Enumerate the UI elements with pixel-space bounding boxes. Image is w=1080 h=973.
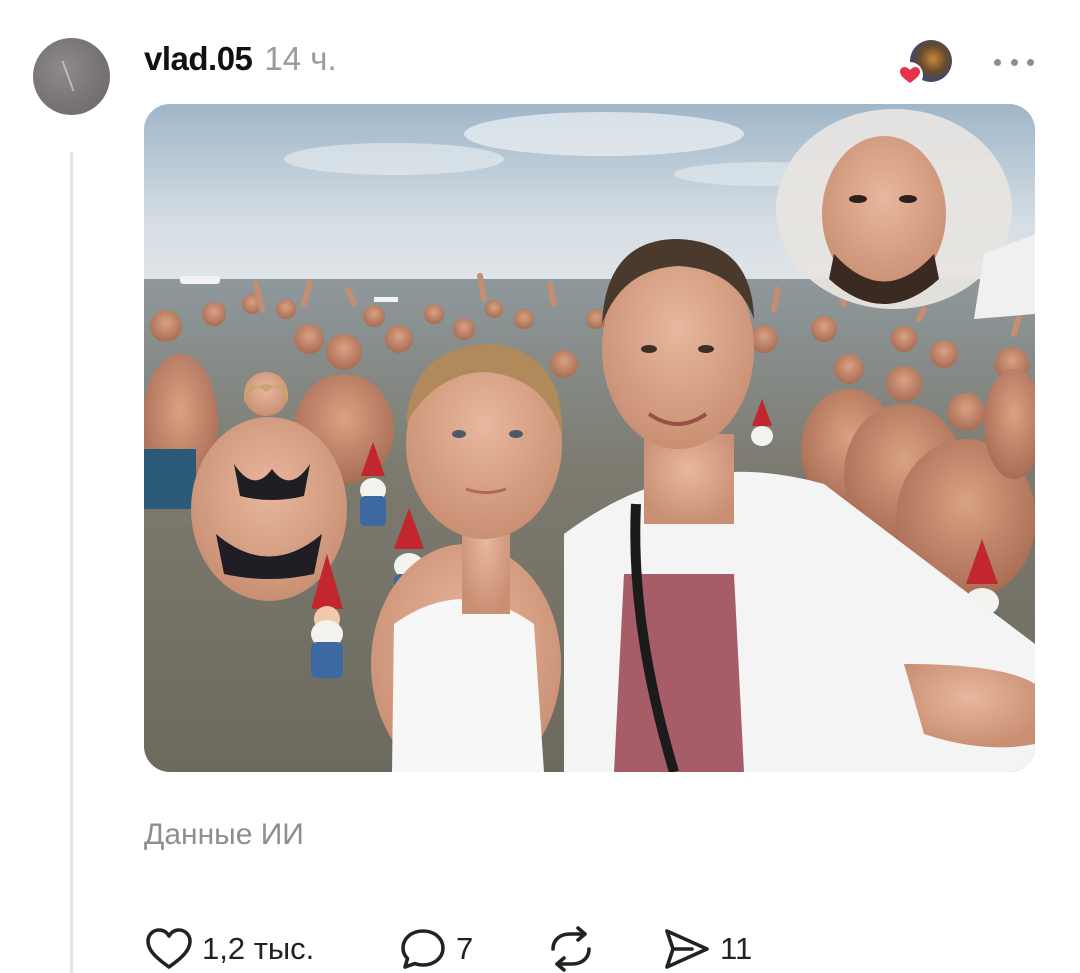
post-actions: 1,2 тыс. 7 11 [144,920,1044,973]
photo-illustration [144,104,1035,772]
avatar-decoration [61,60,75,92]
heart-outline-icon [146,928,192,969]
like-button[interactable]: 1,2 тыс. [144,926,314,972]
dot-icon [1010,58,1018,66]
repost-button[interactable] [546,926,604,972]
post-header: vlad.05 14 ч. [144,40,337,86]
like-count: 1,2 тыс. [202,931,315,966]
post-timestamp: 14 ч. [264,40,337,77]
dot-icon [994,58,1001,66]
dot-icon [1027,58,1034,66]
liked-by-indicator[interactable] [896,40,956,90]
author-username[interactable]: vlad.05 [144,40,253,78]
more-options-button[interactable] [994,50,1034,74]
share-count: 11 [720,931,753,966]
share-button[interactable]: 11 [662,926,752,972]
repost-icon [551,926,591,972]
post-caption: Данные ИИ [144,818,304,851]
post-image[interactable] [144,104,1035,772]
author-avatar[interactable] [33,38,110,115]
comment-bubble-icon [401,929,445,969]
comment-count: 7 [456,931,474,966]
thread-post: vlad.05 14 ч. Данные ИИ 1,2 тыс. 7 11 [0,0,1080,973]
heart-icon [897,62,923,88]
send-icon [665,929,709,969]
thread-line [70,152,73,973]
comment-button[interactable]: 7 [398,926,473,972]
